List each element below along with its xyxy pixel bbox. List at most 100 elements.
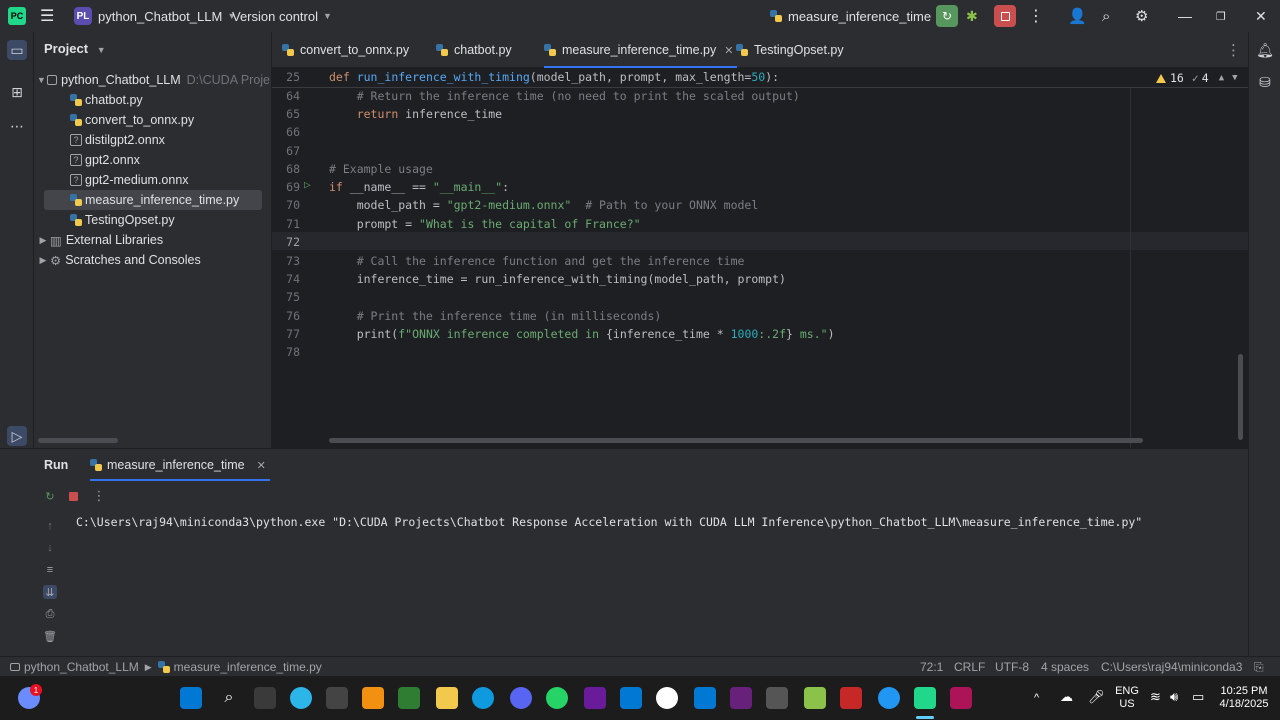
weak-warnings-count: 4 [1201,71,1209,85]
chevron-up-icon[interactable]: ^ [1034,692,1039,705]
console-output-area[interactable]: C:\Users\raj94\miniconda3\python.exe "D:… [66,511,1248,657]
language-indicator[interactable]: ENG US [1114,685,1140,711]
tree-file-selected[interactable]: measure_inference_time.py [44,190,262,210]
database-icon[interactable]: ⛁ [1255,72,1275,92]
close-tab-icon[interactable]: ✕ [724,44,733,57]
tree-root[interactable]: ▼ python_Chatbot_LLM D:\CUDA Proje [34,70,270,90]
scroll-down-icon[interactable]: ↓ [43,541,57,555]
pycharm-icon[interactable] [914,687,936,709]
unity-icon[interactable] [766,687,788,709]
more-actions-icon[interactable]: ⋮ [1028,0,1044,32]
tabs-more-icon[interactable]: ⋮ [1226,32,1241,68]
interpreter[interactable]: C:\Users\raj94\miniconda3 [1101,657,1242,677]
tab-chatbot[interactable]: chatbot.py [436,32,512,68]
run-tab[interactable]: measure_inference_time ✕ [90,449,270,481]
scroll-up-icon[interactable]: ↑ [43,519,57,533]
tree-file[interactable]: ? distilgpt2.onnx [34,130,270,150]
discord-icon[interactable] [510,687,532,709]
chevron-down-icon[interactable]: ▼ [1232,73,1237,83]
whatsapp-icon[interactable] [546,687,568,709]
chevron-up-icon[interactable]: ▲ [1219,73,1224,83]
warnings-indicator[interactable]: 16 ✓ 4 ▲ ▼ [1156,71,1238,85]
breadcrumb[interactable]: python_Chatbot_LLM ▶ measure_inference_t… [10,657,322,677]
edge-icon[interactable] [472,687,494,709]
wifi-icon[interactable]: ≋ [1150,690,1161,703]
vcs-menu[interactable]: Version control ▼ [232,0,332,32]
app-red-icon[interactable] [840,687,862,709]
horizontal-scrollbar[interactable] [38,438,118,443]
file-encoding[interactable]: UTF-8 [995,657,1029,677]
clear-trash-icon[interactable]: 🗑︎ [43,629,57,643]
terminal-icon[interactable] [326,687,348,709]
search-icon[interactable]: ⌕ [218,687,240,709]
project-folder-icon[interactable]: ▭ [7,40,27,60]
stop-button[interactable] [994,0,1016,32]
run-gutter-icon[interactable]: ▷ [304,178,311,191]
project-panel-header[interactable]: Project ▼ [44,41,106,56]
tree-file[interactable]: convert_to_onnx.py [34,110,270,130]
clock[interactable]: 10:25 PM 4/18/2025 [1216,685,1272,711]
tab-convert-to-onnx[interactable]: convert_to_onnx.py [282,32,409,68]
restore-icon[interactable]: ❐ [1216,0,1226,32]
tab-testing-opset[interactable]: TestingOpset.py [736,32,844,68]
tree-file[interactable]: chatbot.py [34,90,270,110]
vertical-scrollbar[interactable] [1238,354,1243,440]
stop-icon[interactable] [66,489,80,503]
close-icon[interactable]: ✕ [1255,0,1267,32]
run-panel-title[interactable]: Run [44,449,68,481]
code-editor[interactable]: 25 def run_inference_with_timing(model_p… [272,68,1248,448]
app-logo-icon[interactable]: PC [8,0,26,32]
notifications-icon[interactable]: 🔔︎ [1255,40,1275,60]
tree-file[interactable]: ? gpt2-medium.onnx [34,170,270,190]
breadcrumb-project: python_Chatbot_LLM [24,660,139,674]
tree-external-libraries[interactable]: ▶ ▥ External Libraries [34,230,270,250]
tab-measure-inference-time[interactable]: measure_inference_time.py ✕ [544,32,738,68]
sticky-header[interactable]: 25 def run_inference_with_timing(model_p… [272,68,1248,88]
run-tool-icon[interactable]: ▷ [7,426,27,446]
line-separator[interactable]: CRLF [954,657,985,677]
lock-icon[interactable]: ⎘ [1254,657,1264,677]
scroll-to-end-icon[interactable]: ⇊ [43,585,57,599]
minimize-icon[interactable]: — [1178,0,1192,32]
task-view-icon[interactable] [254,687,276,709]
main-menu-icon[interactable]: ☰ [40,0,54,32]
tree-scratches[interactable]: ▶ ⚙ Scratches and Consoles [34,250,270,270]
canvas-app-icon[interactable] [584,687,606,709]
volume-icon[interactable]: 🔊︎ [1170,690,1178,703]
more-tools-icon[interactable]: ⋯ [7,116,27,136]
close-tab-icon[interactable]: ✕ [257,459,266,472]
indent-setting[interactable]: 4 spaces [1041,657,1089,677]
file-explorer-icon[interactable] [436,687,458,709]
github-icon[interactable] [656,687,678,709]
store-icon[interactable] [620,687,642,709]
rerun-button[interactable]: ↻ [936,0,958,32]
run-config-selector[interactable]: measure_inference_time ▼ [770,0,945,32]
search-icon[interactable]: ⌕ [1102,0,1110,32]
sublime-icon[interactable] [362,687,384,709]
caret-position[interactable]: 72:1 [920,657,943,677]
app-pink-icon[interactable] [950,687,972,709]
add-user-icon[interactable]: 👤 [1068,0,1087,32]
app-green-icon[interactable] [804,687,826,709]
rerun-icon[interactable]: ↻ [43,489,57,503]
windows-start-icon[interactable] [180,687,202,709]
soft-wrap-icon[interactable]: ≡ [43,563,57,577]
battery-icon[interactable]: ▭ [1192,690,1204,703]
debug-icon[interactable]: ✱ [966,0,978,32]
project-switcher[interactable]: PL python_Chatbot_LLM ▼ [74,0,236,32]
tree-file[interactable]: TestingOpset.py [34,210,270,230]
print-icon[interactable]: ⎙ [43,607,57,621]
excel-icon[interactable] [398,687,420,709]
visual-studio-icon[interactable] [730,687,752,709]
structure-icon[interactable]: ⊞ [7,82,27,102]
more-options-icon[interactable]: ⋮ [92,488,106,503]
vscode-icon[interactable] [694,687,716,709]
horizontal-scrollbar[interactable] [329,438,1143,443]
settings-gear-icon[interactable]: ⚙ [1135,0,1148,32]
microphone-icon[interactable]: 🎤︎ [1088,690,1105,703]
tree-file[interactable]: ? gpt2.onnx [34,150,270,170]
browser-icon[interactable] [878,687,900,709]
line-number: 76 [286,309,300,323]
copilot-icon[interactable] [290,687,312,709]
cloud-icon[interactable]: ☁ [1060,690,1073,703]
